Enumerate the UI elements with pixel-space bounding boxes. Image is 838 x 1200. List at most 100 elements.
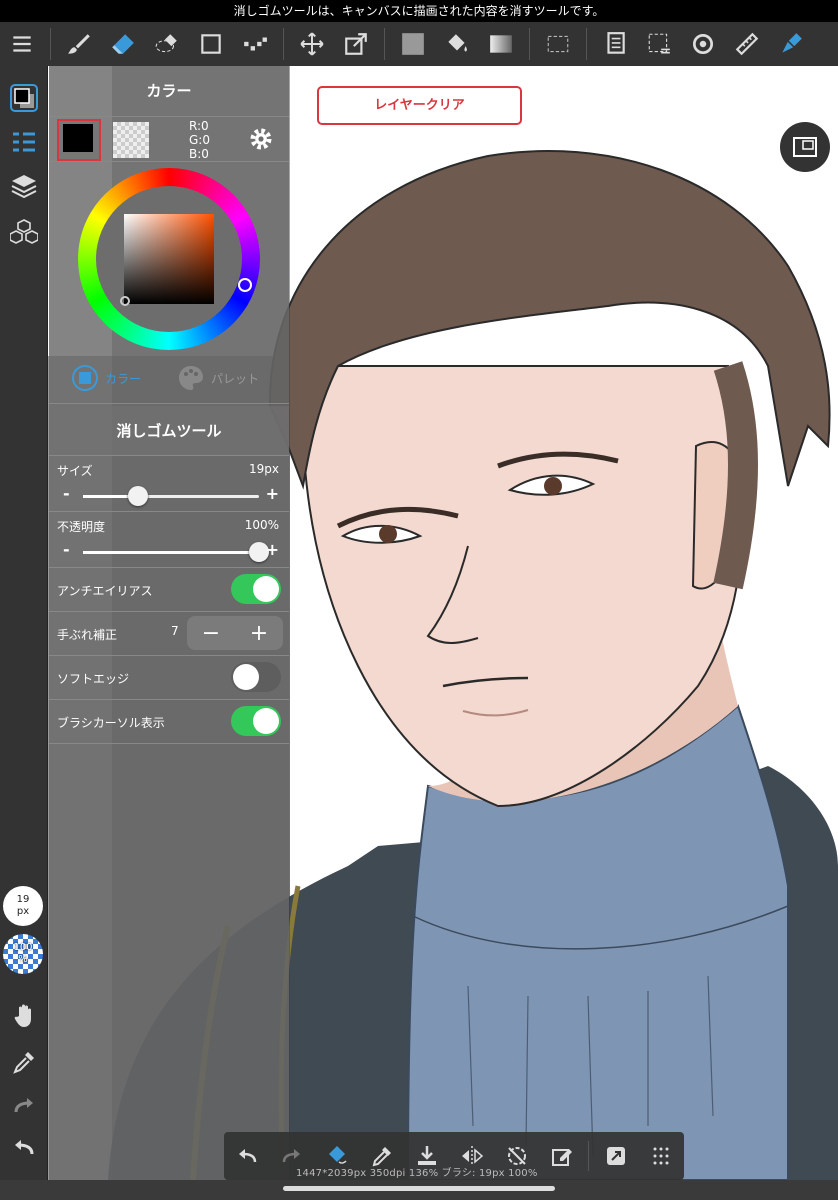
bucket-tool-button[interactable] bbox=[435, 22, 479, 66]
selection-menu-button[interactable] bbox=[637, 22, 681, 66]
brush-size-indicator[interactable]: 19 px bbox=[3, 886, 43, 926]
layer-clear-button[interactable]: レイヤークリア bbox=[317, 86, 522, 125]
selection-eraser-icon bbox=[155, 34, 177, 53]
materials-button[interactable] bbox=[4, 212, 44, 252]
stabilizer-decrease-button[interactable]: − bbox=[187, 621, 235, 646]
redo-icon bbox=[14, 1098, 33, 1113]
tool-panel-title: 消しゴムツール bbox=[49, 406, 289, 456]
stabilizer-increase-button[interactable]: + bbox=[235, 621, 283, 646]
size-value: 19px bbox=[249, 462, 279, 476]
left-iris bbox=[379, 525, 397, 543]
size-increase-button[interactable]: + bbox=[266, 484, 279, 503]
sv-picker-knob[interactable] bbox=[120, 296, 130, 306]
window-icon bbox=[793, 137, 817, 157]
saturation-value-square[interactable] bbox=[124, 214, 214, 304]
home-indicator[interactable] bbox=[283, 1186, 555, 1191]
soft-edge-toggle[interactable] bbox=[231, 662, 281, 692]
shape-tool-button[interactable] bbox=[189, 22, 233, 66]
move-tool-button[interactable] bbox=[290, 22, 334, 66]
color-tab-icon bbox=[72, 365, 98, 391]
brush-cursor-row: ブラシカーソル表示 bbox=[49, 700, 289, 744]
brush-cursor-label: ブラシカーソル表示 bbox=[57, 716, 165, 730]
left-toolbar: 19 px 100 % bbox=[0, 66, 48, 1180]
transform-tool-button[interactable] bbox=[334, 22, 378, 66]
hamburger-icon bbox=[13, 36, 31, 52]
rgb-b: B:0 bbox=[189, 147, 209, 161]
transparent-color-swatch[interactable] bbox=[113, 122, 149, 158]
tab-color-label: カラー bbox=[105, 371, 142, 386]
opacity-increase-button[interactable]: + bbox=[266, 540, 279, 559]
antialias-toggle[interactable] bbox=[231, 574, 281, 604]
brush-tool-button[interactable] bbox=[57, 22, 101, 66]
transform-icon bbox=[345, 33, 367, 55]
redo-button[interactable] bbox=[4, 1086, 44, 1126]
dots-icon bbox=[244, 37, 267, 51]
toolbar-divider bbox=[588, 1141, 589, 1171]
layer-menu-button[interactable] bbox=[593, 22, 637, 66]
undo-icon bbox=[15, 1140, 34, 1155]
gear-icon[interactable] bbox=[247, 125, 275, 153]
canvas-rotate-button[interactable] bbox=[681, 22, 725, 66]
color-panel-title: カラー bbox=[146, 82, 192, 100]
hue-picker-knob[interactable] bbox=[238, 278, 252, 292]
selection-eraser-button[interactable] bbox=[145, 22, 189, 66]
undo-button[interactable] bbox=[4, 1128, 44, 1168]
opacity-label: 不透明度 bbox=[57, 520, 106, 534]
size-label: サイズ bbox=[57, 464, 93, 478]
undo-bottom-button[interactable] bbox=[224, 1132, 269, 1180]
rgb-readout: R:0 G:0 B:0 bbox=[189, 119, 210, 161]
toolbar-divider bbox=[50, 28, 51, 60]
material-button[interactable] bbox=[769, 22, 813, 66]
hand-icon bbox=[14, 1004, 31, 1027]
soft-edge-label: ソフトエッジ bbox=[57, 672, 130, 686]
filled-square-icon bbox=[402, 33, 424, 55]
eyedropper-button[interactable] bbox=[4, 1042, 44, 1082]
brush-icon bbox=[68, 34, 90, 54]
dot-tool-button[interactable] bbox=[233, 22, 277, 66]
stabilizer-value: 7 bbox=[171, 624, 179, 638]
toolbar-divider bbox=[384, 28, 385, 60]
size-slider[interactable]: - + bbox=[63, 484, 279, 506]
size-slider-knob[interactable] bbox=[127, 486, 148, 506]
canvas-status-text: 1447*2039px 350dpi 136% ブラシ: 19px 100% bbox=[296, 1168, 538, 1179]
antialias-row: アンチエイリアス bbox=[49, 568, 289, 612]
color-panel-button[interactable] bbox=[4, 78, 44, 118]
more-menu-button[interactable] bbox=[638, 1132, 683, 1180]
tool-properties-button[interactable] bbox=[4, 122, 44, 162]
select-tool-button[interactable] bbox=[536, 22, 580, 66]
toolbar-divider bbox=[586, 28, 587, 60]
ruler-button[interactable] bbox=[725, 22, 769, 66]
opacity-slider[interactable]: - + bbox=[63, 540, 279, 562]
layers-icon bbox=[11, 175, 37, 199]
share-button[interactable] bbox=[593, 1132, 638, 1180]
rgb-r: R:0 bbox=[189, 119, 209, 133]
edit-layer-button[interactable] bbox=[539, 1132, 584, 1180]
tab-palette[interactable]: パレット bbox=[177, 364, 259, 392]
view-toggle-button[interactable] bbox=[780, 122, 830, 172]
stabilizer-row: 手ぶれ補正 7 − + bbox=[49, 612, 289, 656]
opacity-decrease-button[interactable]: - bbox=[63, 540, 70, 559]
brush-cursor-toggle[interactable] bbox=[231, 706, 281, 736]
list-icon bbox=[13, 132, 35, 152]
gradient-icon bbox=[490, 35, 512, 53]
tab-color[interactable]: カラー bbox=[71, 364, 141, 392]
eraser-tool-button[interactable] bbox=[101, 22, 145, 66]
menu-button[interactable] bbox=[0, 22, 44, 66]
stabilizer-stepper: − + bbox=[187, 616, 283, 650]
stabilizer-label: 手ぶれ補正 bbox=[57, 628, 118, 642]
grid-dots-icon bbox=[653, 1147, 668, 1165]
color-swatch-icon bbox=[10, 84, 38, 112]
right-iris bbox=[544, 477, 562, 495]
selection-menu-icon bbox=[648, 33, 670, 54]
size-decrease-button[interactable]: - bbox=[63, 484, 70, 503]
layers-button[interactable] bbox=[4, 166, 44, 206]
brush-opacity-indicator[interactable]: 100 % bbox=[3, 934, 43, 974]
cubes-icon bbox=[10, 219, 38, 244]
toolbar-divider bbox=[529, 28, 530, 60]
color-wheel[interactable] bbox=[78, 168, 260, 350]
fill-color-button[interactable] bbox=[391, 22, 435, 66]
gradient-tool-button[interactable] bbox=[479, 22, 523, 66]
foreground-color-swatch[interactable] bbox=[57, 119, 101, 161]
square-icon bbox=[201, 34, 221, 54]
hand-tool-button[interactable] bbox=[4, 996, 44, 1036]
